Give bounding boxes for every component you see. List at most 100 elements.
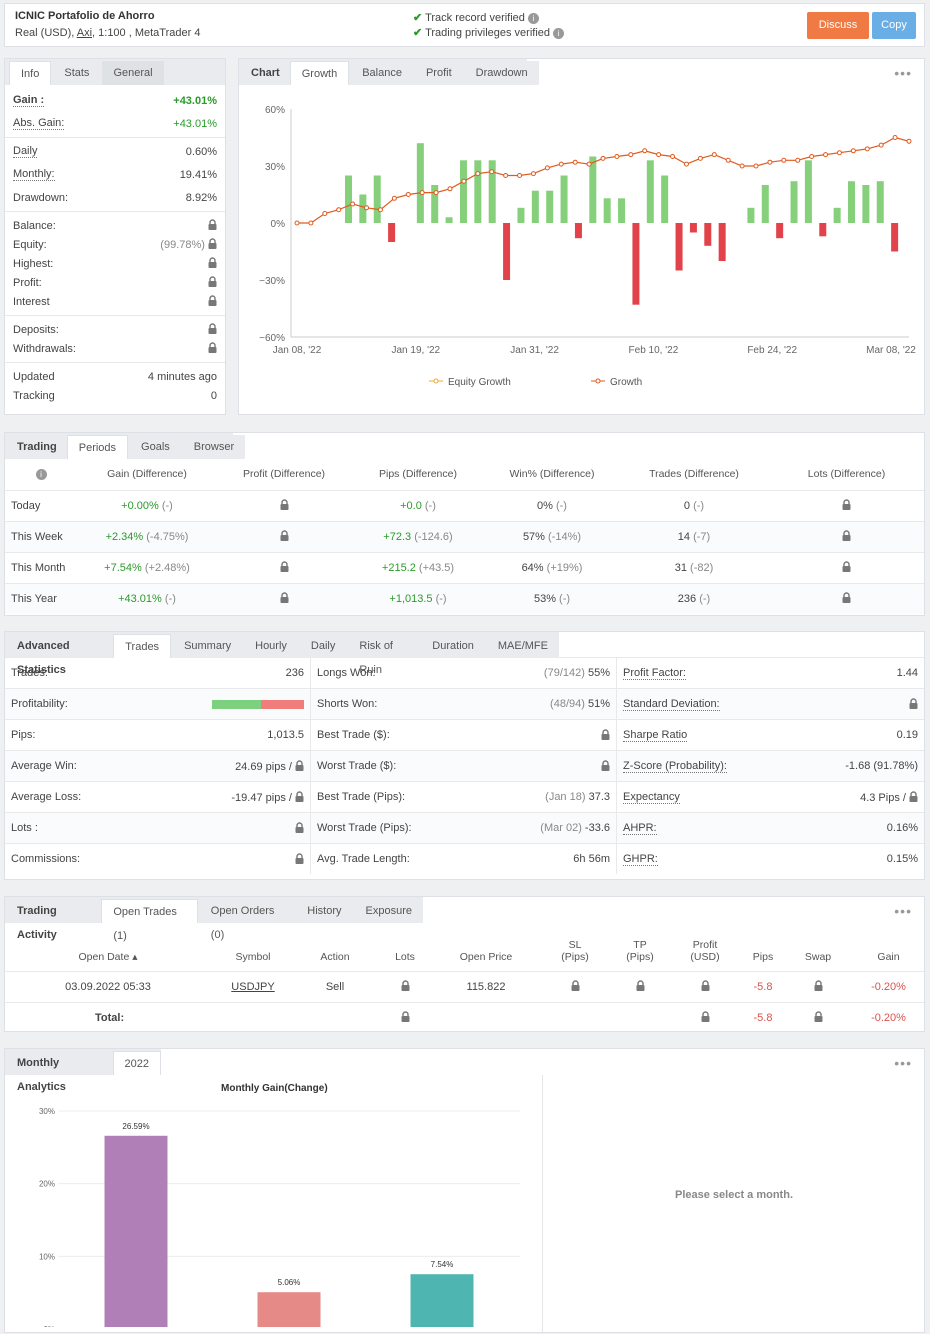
y-tick-label: −30%	[259, 276, 285, 287]
tab-drawdown[interactable]: Drawdown	[464, 61, 539, 85]
tab-periods[interactable]: Periods	[66, 435, 129, 459]
growth-point	[586, 161, 592, 167]
lock-icon	[295, 759, 304, 773]
growth-point	[767, 159, 773, 165]
column-header: Open Price	[459, 950, 513, 963]
lock-icon	[280, 592, 289, 605]
open-trades-header: Open Date ▴ Symbol Action Lots Open Price SL …	[5, 923, 924, 971]
daily-bar	[344, 175, 352, 223]
month-bar	[104, 1135, 168, 1327]
broker-link[interactable]: Axi	[77, 27, 92, 39]
abs-gain-row: Abs. Gain: +43.01%	[13, 117, 217, 130]
periods-tabs: Trading Periods Goals Browser	[5, 433, 246, 459]
discuss-button[interactable]: Discuss	[807, 12, 869, 39]
table-row[interactable]: 03.09.2022 05:33 USDJPY Sell 115.822 -5.…	[5, 970, 924, 1002]
tab-trading[interactable]: Trading	[9, 435, 65, 459]
tab-hourly[interactable]: Hourly	[244, 634, 298, 658]
growth-point	[781, 157, 787, 163]
daily-bar	[560, 175, 568, 223]
account-title: ICNIC Portafolio de Ahorro	[15, 10, 155, 22]
tab-year-2022[interactable]: 2022	[112, 1051, 161, 1075]
tab-daily[interactable]: Daily	[299, 634, 347, 658]
daily-bar	[632, 223, 640, 305]
more-options-icon[interactable]: •••	[894, 65, 912, 81]
tab-info[interactable]: Info	[9, 61, 52, 85]
tab-browser[interactable]: Browser	[182, 435, 246, 459]
open-trades-table: Open Date ▴ Symbol Action Lots Open Price SL …	[5, 923, 924, 1033]
table-row[interactable]: This Year +43.01% (-) +1,013.5 (-) 53% (-) 2…	[5, 582, 924, 614]
growth-point	[683, 161, 689, 167]
tab-advanced-statistics[interactable]: Advanced Statistics	[9, 634, 111, 676]
tab-growth[interactable]: Growth	[289, 61, 350, 85]
lock-icon	[401, 980, 410, 993]
lock-icon	[814, 1011, 823, 1024]
tab-goals[interactable]: Goals	[130, 435, 181, 459]
growth-point	[906, 138, 912, 144]
lock-icon	[295, 790, 304, 804]
growth-point	[322, 211, 328, 216]
tab-chart[interactable]: Chart	[243, 61, 288, 85]
stats-row: Trades: 236 Longs Won: (79/142) 55% Profit F…	[5, 657, 924, 688]
y-tick-label: 20%	[39, 1180, 55, 1189]
growth-point	[558, 161, 564, 167]
daily-bar	[776, 223, 784, 239]
daily-bar	[546, 190, 554, 223]
more-options-icon[interactable]: •••	[894, 903, 912, 919]
tab-open-trades[interactable]: Open Trades (1)	[101, 899, 198, 942]
tab-risk-of-ruin[interactable]: Risk of Ruin	[348, 634, 420, 676]
daily-bar	[416, 143, 424, 223]
tab-history[interactable]: History	[296, 899, 353, 923]
tab-balance[interactable]: Balance	[351, 61, 413, 85]
x-tick-label: Feb 24, '22	[747, 345, 797, 356]
growth-point	[433, 190, 439, 196]
tab-stats[interactable]: Stats	[53, 61, 101, 85]
stats-row: Average Win: 24.69 pips / Worst Trade ($)…	[5, 750, 924, 781]
lock-icon	[909, 697, 918, 711]
x-tick-label: Jan 31, '22	[510, 345, 559, 356]
balance-row: Balance:	[5, 216, 225, 235]
interest-row: Interest	[5, 292, 225, 311]
tab-duration[interactable]: Duration	[421, 634, 485, 658]
more-options-icon[interactable]: •••	[894, 1055, 912, 1071]
lock-icon	[208, 219, 217, 232]
growth-point	[836, 150, 842, 156]
lock-icon	[909, 790, 918, 804]
lock-icon	[601, 728, 610, 742]
tab-exposure[interactable]: Exposure	[354, 899, 423, 923]
periods-table: i Gain (Difference) Profit (Difference) …	[5, 459, 924, 614]
info-icon[interactable]: i	[527, 13, 539, 24]
stats-row: Pips: 1,013.5 Best Trade ($): Sharpe Ratio 0…	[5, 719, 924, 750]
table-row[interactable]: This Month +7.54% (+2.48%) +215.2 (+43.5) 6…	[5, 551, 924, 583]
symbol-link[interactable]: USDJPY	[231, 981, 274, 993]
lock-icon	[571, 980, 580, 993]
y-tick-label: 30%	[39, 1107, 55, 1116]
daily-bar	[689, 223, 697, 233]
growth-point	[544, 165, 550, 171]
table-row[interactable]: Today +0.00% (-) +0.0 (-) 0% (-) 0 (-)	[5, 489, 924, 521]
daily-bar	[459, 160, 467, 223]
info-icon[interactable]: i	[553, 28, 565, 39]
tab-monthly-analytics[interactable]: Monthly Analytics	[9, 1051, 111, 1093]
lock-icon	[842, 592, 851, 605]
tab-trading-activity[interactable]: Trading Activity	[9, 899, 99, 941]
table-row[interactable]: This Week +2.34% (-4.75%) +72.3 (-124.6) 57…	[5, 520, 924, 552]
stats-row: Lots : Worst Trade (Pips): (Mar 02) -33.6…	[5, 812, 924, 843]
drawdown-row: Drawdown: 8.92%	[13, 191, 217, 204]
tab-profit[interactable]: Profit	[414, 61, 463, 85]
copy-button[interactable]: Copy	[872, 12, 916, 39]
tab-mae-mfe[interactable]: MAE/MFE	[486, 634, 559, 658]
column-header: SL (Pips)	[561, 938, 589, 963]
tab-general[interactable]: General	[102, 61, 164, 85]
tab-trades[interactable]: Trades	[113, 634, 172, 658]
tab-open-orders[interactable]: Open Orders (0)	[199, 899, 295, 941]
profitability-bar	[212, 699, 304, 709]
lock-icon	[208, 276, 217, 289]
info-icon[interactable]: i	[35, 469, 47, 481]
tracking-row: Tracking 0	[13, 389, 217, 402]
growth-point	[294, 220, 300, 226]
growth-point	[739, 163, 745, 169]
stats-row: Average Loss: -19.47 pips / Best Trade (P…	[5, 781, 924, 812]
tab-summary[interactable]: Summary	[173, 634, 243, 658]
month-bar	[257, 1292, 321, 1327]
select-month-message: Please select a month.	[675, 1189, 793, 1201]
